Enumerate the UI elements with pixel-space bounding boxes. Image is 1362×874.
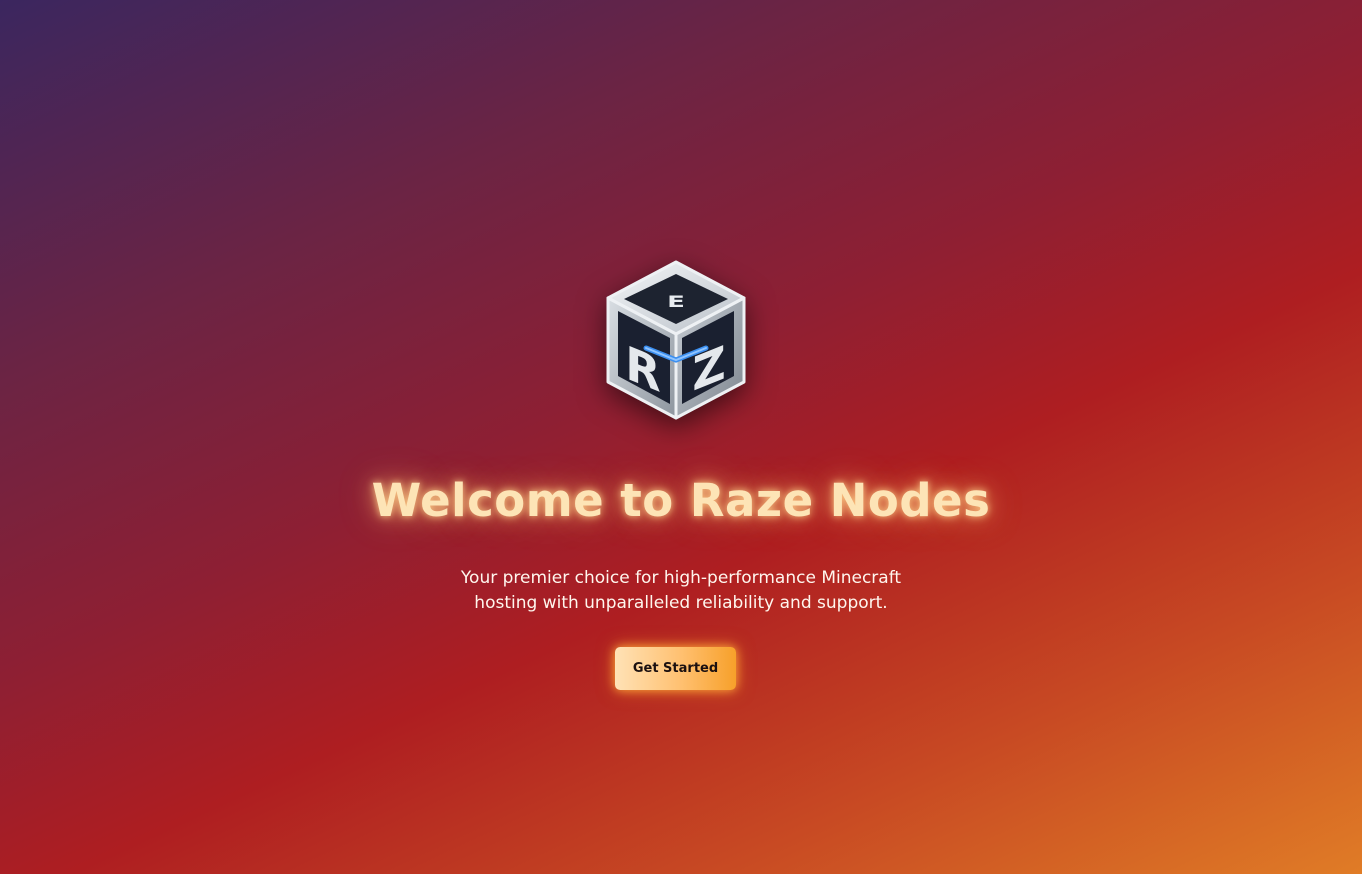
hero-subtitle: Your premier choice for high-performance… bbox=[460, 568, 902, 613]
get-started-button[interactable]: Get Started bbox=[615, 647, 736, 690]
raze-nodes-logo-icon: E R Z bbox=[596, 256, 756, 426]
svg-text:E: E bbox=[667, 293, 685, 311]
page-title: Welcome to Raze Nodes bbox=[371, 474, 991, 527]
hero-section: E R Z Welcome to Raze Nodes Your premier… bbox=[0, 0, 1362, 874]
